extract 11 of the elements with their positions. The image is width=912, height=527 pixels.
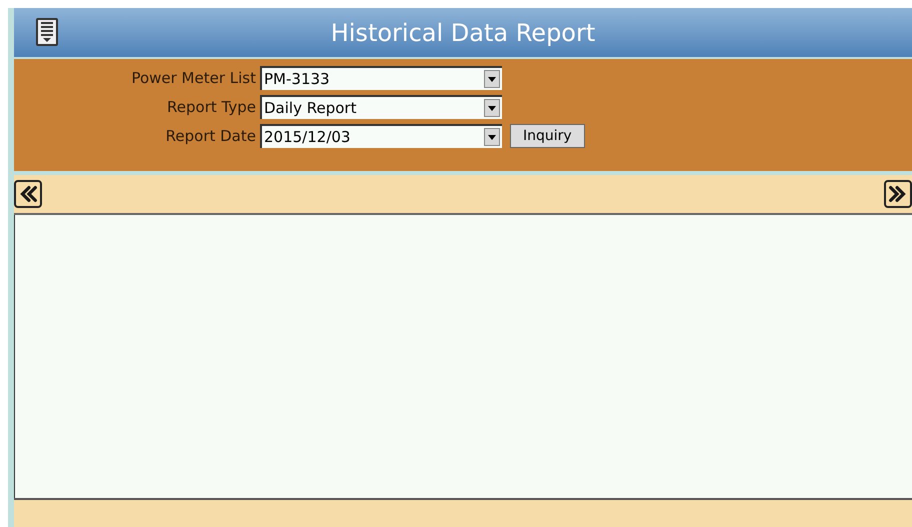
dropdown-field[interactable]: PM-3133 bbox=[260, 66, 502, 90]
dropdown-field[interactable]: Daily Report bbox=[260, 95, 502, 119]
window-title: Historical Data Report bbox=[330, 18, 596, 48]
field-label: Report Type bbox=[166, 96, 257, 118]
field-label: Power Meter List bbox=[130, 68, 257, 89]
next-button[interactable] bbox=[884, 180, 912, 208]
field-label: Report Date bbox=[164, 126, 257, 147]
previous-button[interactable] bbox=[14, 180, 42, 208]
menu-icon[interactable] bbox=[36, 18, 58, 46]
inquiry-button[interactable]: Inquiry bbox=[510, 124, 585, 148]
dropdown-field[interactable]: 2015/12/03 bbox=[260, 124, 502, 148]
